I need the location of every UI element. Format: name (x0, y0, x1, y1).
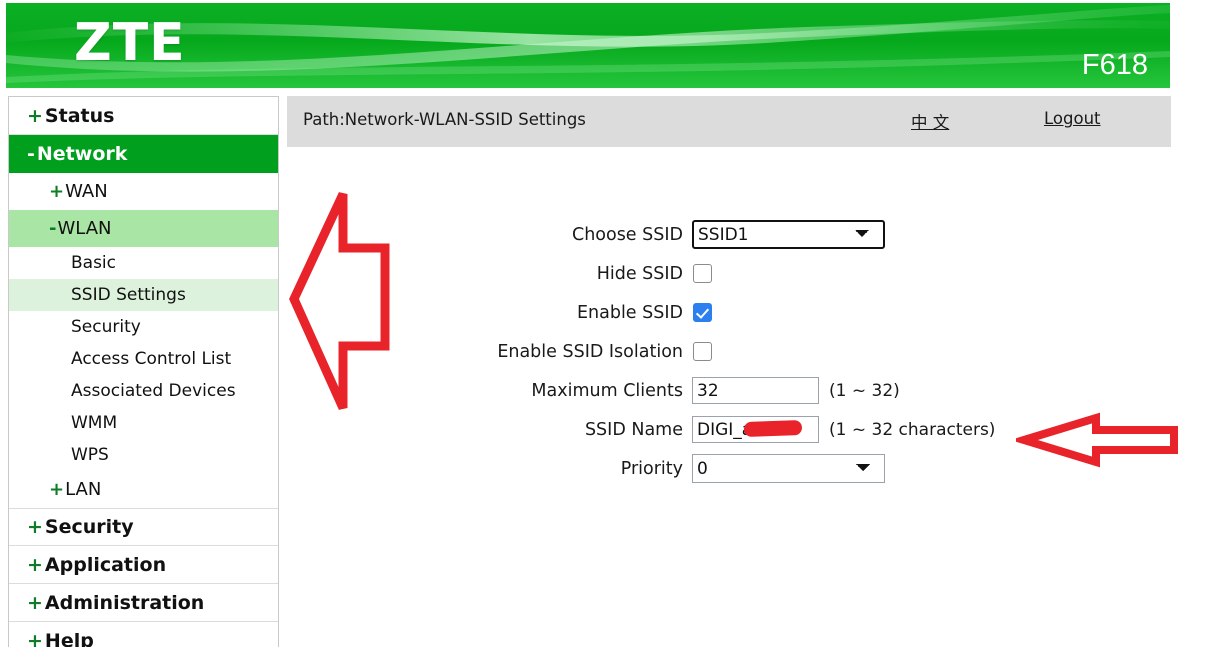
sidebar-item-label: Associated Devices (71, 381, 236, 401)
sidebar-item-label: SSID Settings (71, 285, 186, 305)
expand-plus-icon: + (27, 630, 43, 647)
row-choose-ssid: Choose SSID SSID1 (287, 215, 1171, 254)
language-switch-link[interactable]: 中 文 (911, 109, 949, 133)
zte-logo: ZTE (74, 17, 186, 69)
hide-ssid-label: Hide SSID (287, 264, 692, 284)
sidebar-item-label: Administration (45, 592, 204, 614)
expand-plus-icon: + (49, 181, 64, 202)
sidebar-item-ssid-settings[interactable]: SSID Settings (9, 279, 278, 311)
row-priority: Priority 0 (287, 449, 1171, 488)
expand-plus-icon: + (27, 105, 43, 127)
priority-label: Priority (287, 459, 692, 479)
expand-plus-icon: + (27, 592, 43, 614)
sidebar-item-label: Application (45, 554, 166, 576)
breadcrumb: Path:Network-WLAN-SSID Settings (303, 110, 586, 129)
expand-plus-icon: + (49, 479, 64, 500)
enable-ssid-label: Enable SSID (287, 303, 692, 323)
maximum-clients-hint: (1 ~ 32) (829, 381, 900, 401)
enable-ssid-checkbox[interactable] (693, 303, 712, 322)
logout-link[interactable]: Logout (1044, 109, 1101, 128)
sidebar-item-wmm[interactable]: WMM (9, 407, 278, 439)
collapse-minus-icon: - (49, 218, 56, 239)
enable-ssid-isolation-checkbox[interactable] (693, 342, 712, 361)
priority-select[interactable]: 0 (692, 454, 885, 483)
row-ssid-name: SSID Name (1 ~ 32 characters) (287, 410, 1171, 449)
sidebar-item-label: WAN (65, 181, 108, 202)
expand-plus-icon: + (27, 554, 43, 576)
sidebar-item-label: Basic (71, 253, 116, 273)
sidebar-item-label: WMM (71, 413, 117, 433)
maximum-clients-input[interactable] (692, 377, 819, 404)
sidebar-item-label: Help (45, 630, 94, 647)
choose-ssid-select[interactable]: SSID1 (692, 220, 885, 249)
row-enable-ssid: Enable SSID (287, 293, 1171, 332)
sidebar-item-wan[interactable]: +WAN (9, 173, 278, 210)
choose-ssid-label: Choose SSID (287, 225, 692, 245)
sidebar-item-basic[interactable]: Basic (9, 247, 278, 279)
sidebar-item-administration[interactable]: +Administration (9, 584, 278, 622)
sidebar-item-label: Access Control List (71, 349, 231, 369)
sidebar-item-label: LAN (65, 479, 101, 500)
ssid-settings-form: Choose SSID SSID1 Hide SSID Enable SSID … (287, 215, 1171, 488)
ssid-name-label: SSID Name (287, 420, 692, 440)
sidebar-item-label: Status (45, 105, 115, 127)
sidebar-item-wlan[interactable]: -WLAN (9, 210, 278, 247)
sidebar-item-application[interactable]: +Application (9, 546, 278, 584)
hide-ssid-checkbox[interactable] (693, 264, 712, 283)
sidebar-item-label: WPS (71, 445, 109, 465)
sidebar-item-label: Network (37, 143, 127, 165)
sidebar-item-access-control-list[interactable]: Access Control List (9, 343, 278, 375)
sidebar-navigation: +Status -Network +WAN -WLAN Basic SSID S… (8, 96, 279, 647)
brand-banner: ZTE F618 (6, 3, 1170, 88)
sidebar-item-network[interactable]: -Network (9, 135, 278, 173)
sidebar-item-label: Security (71, 317, 141, 337)
sidebar-item-security-wlan[interactable]: Security (9, 311, 278, 343)
collapse-minus-icon: - (27, 143, 35, 165)
sidebar-item-label: Security (45, 516, 134, 538)
sidebar-item-status[interactable]: +Status (9, 97, 278, 135)
path-bar: Path:Network-WLAN-SSID Settings 中 文 Logo… (287, 96, 1171, 147)
maximum-clients-label: Maximum Clients (287, 381, 692, 401)
enable-ssid-isolation-label: Enable SSID Isolation (287, 342, 692, 362)
sidebar-item-wps[interactable]: WPS (9, 439, 278, 471)
row-hide-ssid: Hide SSID (287, 254, 1171, 293)
row-maximum-clients: Maximum Clients (1 ~ 32) (287, 371, 1171, 410)
sidebar-item-help[interactable]: +Help (9, 622, 278, 647)
sidebar-item-security[interactable]: +Security (9, 508, 278, 546)
expand-plus-icon: + (27, 516, 43, 538)
device-model-label: F618 (1082, 51, 1148, 80)
ssid-name-hint: (1 ~ 32 characters) (829, 420, 995, 440)
row-enable-ssid-isolation: Enable SSID Isolation (287, 332, 1171, 371)
sidebar-item-lan[interactable]: +LAN (9, 471, 278, 508)
sidebar-item-associated-devices[interactable]: Associated Devices (9, 375, 278, 407)
redaction-mark (744, 420, 802, 437)
sidebar-item-label: WLAN (57, 218, 111, 239)
